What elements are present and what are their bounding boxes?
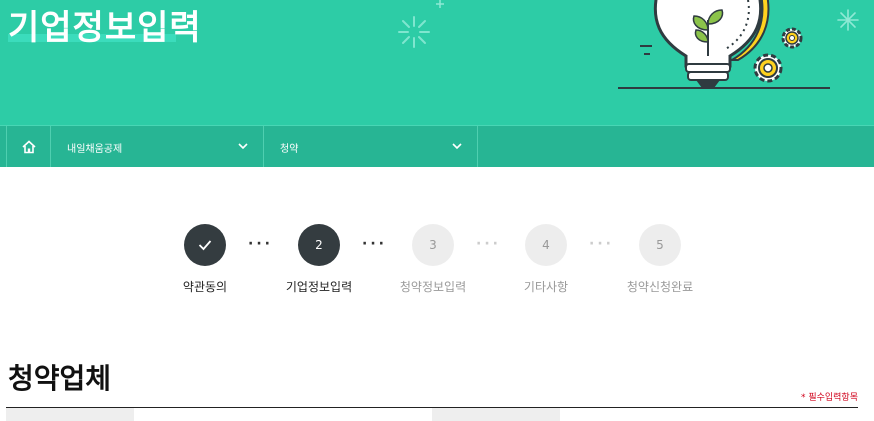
form-label-cell xyxy=(6,408,134,421)
lightbulb-illustration xyxy=(618,0,830,89)
page-banner: 기업정보입력 xyxy=(0,0,874,125)
step-5: 5 청약신청완료 xyxy=(605,224,715,295)
page-title: 기업정보입력 xyxy=(8,8,202,48)
section-title: 청약업체 xyxy=(8,362,112,395)
step-label: 약관동의 xyxy=(182,280,228,294)
step-label: 기타사항 xyxy=(523,280,569,294)
breadcrumb-nav: 내일채움공제 청약 xyxy=(0,125,874,167)
home-button[interactable] xyxy=(6,126,51,167)
step-circle xyxy=(184,224,226,266)
step-2: 2 기업정보입력 xyxy=(264,224,374,295)
chevron-down-icon xyxy=(238,143,248,150)
step-label: 기업정보입력 xyxy=(285,280,353,294)
form-label-cell xyxy=(432,408,560,421)
step-label: 청약정보입력 xyxy=(399,280,467,294)
step-circle: 5 xyxy=(639,224,681,266)
step-3: 3 청약정보입력 xyxy=(378,224,488,295)
chevron-down-icon xyxy=(452,143,462,150)
page: 기업정보입력 내일채움공제 청약 약관동의 ··· 2 기업정보입력 ··· 3… xyxy=(0,0,874,421)
nav-dropdown-label: 내일채움공제 xyxy=(67,144,123,155)
sparkle-icon xyxy=(398,16,430,48)
step-label: 청약신청완료 xyxy=(626,280,694,294)
sparkle-icon xyxy=(436,0,444,8)
check-icon xyxy=(198,240,212,251)
step-circle: 2 xyxy=(298,224,340,266)
home-icon xyxy=(21,139,36,153)
nav-dropdown-product[interactable]: 내일채움공제 xyxy=(51,126,264,167)
step-circle: 3 xyxy=(412,224,454,266)
step-1: 약관동의 xyxy=(150,224,260,295)
step-circle: 4 xyxy=(525,224,567,266)
nav-dropdown-menu[interactable]: 청약 xyxy=(264,126,478,167)
required-field-note: * 필수입력항목 xyxy=(800,393,858,403)
step-4: 4 기타사항 xyxy=(491,224,601,295)
nav-dropdown-label: 청약 xyxy=(280,144,299,155)
